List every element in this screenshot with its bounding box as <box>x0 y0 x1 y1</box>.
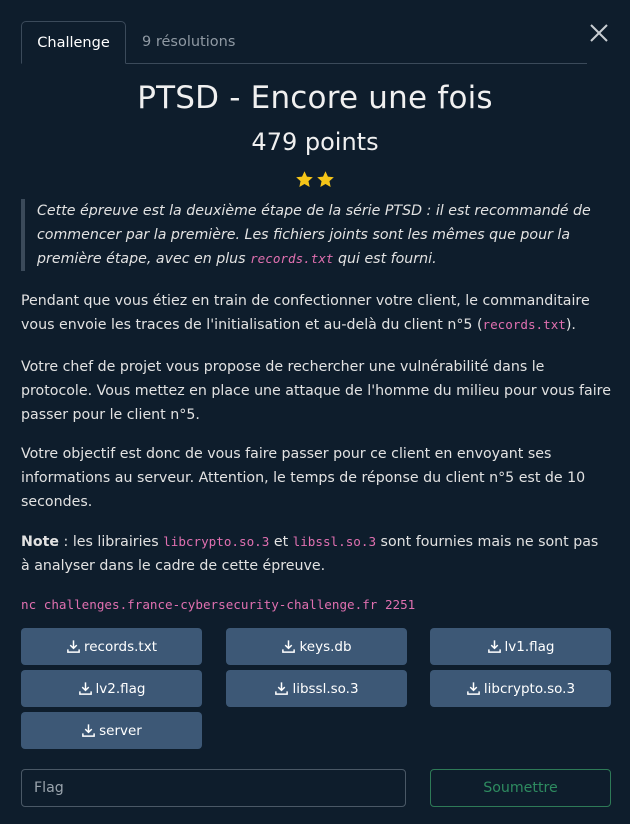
download-lv1-flag-button[interactable]: lv1.flag <box>430 628 611 665</box>
flag-input[interactable] <box>21 769 406 807</box>
download-label: libssl.so.3 <box>292 680 359 697</box>
description-paragraph-3: Votre objectif est donc de vous faire pa… <box>21 446 586 510</box>
download-icon <box>78 682 92 695</box>
download-icon <box>487 640 501 653</box>
download-icon <box>467 682 480 695</box>
download-libcrypto-button[interactable]: libcrypto.so.3 <box>430 670 611 707</box>
submit-button[interactable]: Soumettre <box>430 769 611 807</box>
download-records-button[interactable]: records.txt <box>21 628 202 665</box>
quote-tail: qui est fourni. <box>333 251 437 267</box>
download-server-button[interactable]: server <box>21 712 202 749</box>
star-icon <box>296 171 313 187</box>
download-label: lv1.flag <box>504 638 555 655</box>
download-icon <box>282 640 296 653</box>
description-paragraph-1: Pendant que vous étiez en train de confe… <box>21 289 611 337</box>
download-label: records.txt <box>83 638 158 655</box>
download-keys-button[interactable]: keys.db <box>226 628 407 665</box>
download-icon <box>275 682 289 695</box>
difficulty-stars <box>293 170 337 190</box>
inline-code: libssl.so.3 <box>292 534 377 549</box>
note-paragraph: Note : les librairies libcrypto.so.3 et … <box>21 530 611 578</box>
tab-resolutions[interactable]: 9 résolutions <box>142 21 235 63</box>
challenge-modal: Challenge 9 résolutions PTSD - Encore un… <box>0 0 630 824</box>
note-text: : les librairies <box>59 534 164 550</box>
paragraph-tail: ). <box>565 317 576 333</box>
note-label: Note <box>21 534 60 550</box>
download-icon <box>67 640 80 653</box>
download-label: server <box>99 722 142 739</box>
inline-code: records.txt <box>250 251 334 266</box>
download-libssl-button[interactable]: libssl.so.3 <box>226 670 407 707</box>
download-label: keys.db <box>299 638 352 655</box>
connect-command: nc challenges.france-cybersecurity-chall… <box>21 597 416 612</box>
intro-quote: Cette épreuve est la deuxième étape de l… <box>21 199 607 271</box>
inline-code: records.txt <box>482 317 566 332</box>
star-icon <box>317 171 334 187</box>
download-label: libcrypto.so.3 <box>483 680 576 697</box>
challenge-title: PTSD - Encore une fois <box>137 80 493 116</box>
tab-bar: Challenge 9 résolutions <box>21 21 587 64</box>
tab-challenge[interactable]: Challenge <box>21 21 126 64</box>
download-label: lv2.flag <box>95 680 146 697</box>
challenge-points: 479 points <box>251 128 379 156</box>
description-paragraph-2: Votre chef de projet vous propose de rec… <box>21 359 611 423</box>
note-text: et <box>269 534 293 550</box>
download-icon <box>82 724 95 737</box>
close-icon[interactable] <box>588 22 610 44</box>
inline-code: libcrypto.so.3 <box>163 534 270 549</box>
download-lv2-flag-button[interactable]: lv2.flag <box>21 670 202 707</box>
